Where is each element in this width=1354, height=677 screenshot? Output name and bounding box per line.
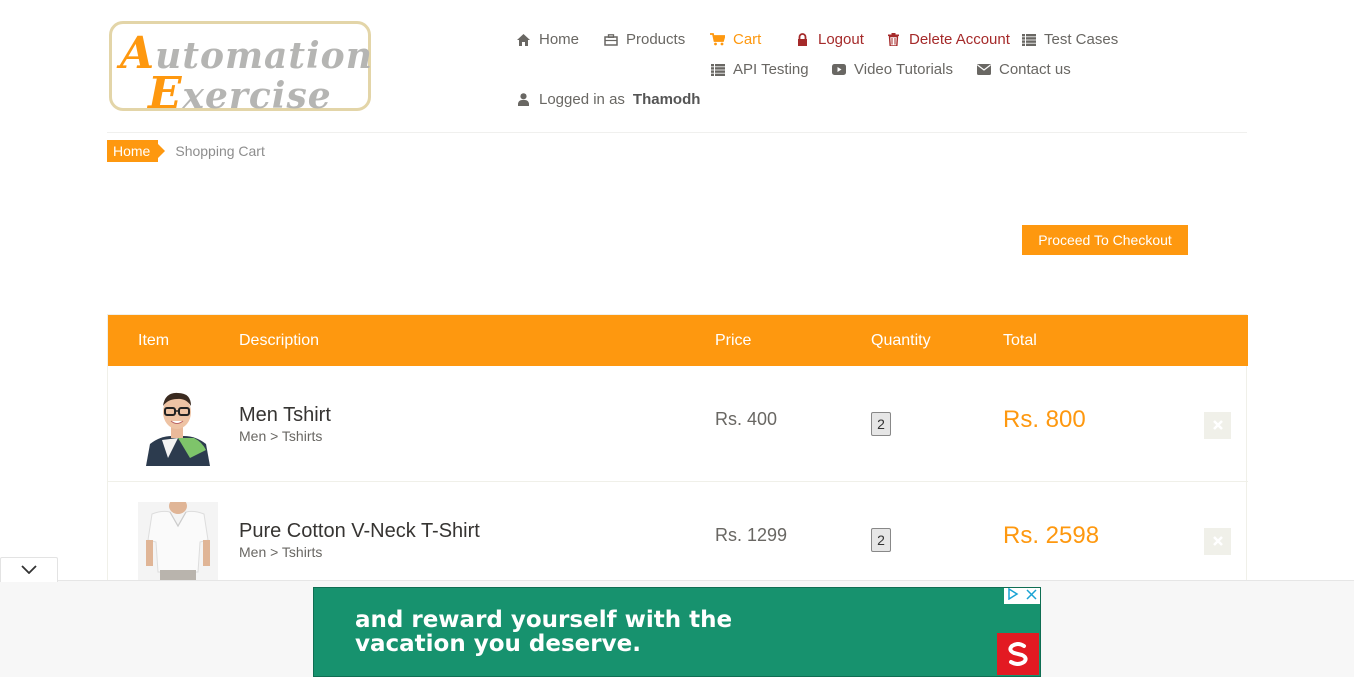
logo-rest-2: xercise bbox=[182, 75, 332, 117]
products-icon bbox=[603, 33, 618, 47]
nav-delete-account-label: Delete Account bbox=[909, 31, 1010, 48]
cart-table: Item Description Price Quantity Total Me… bbox=[107, 314, 1248, 598]
close-icon bbox=[1212, 533, 1223, 551]
header-price: Price bbox=[715, 332, 752, 349]
ad-text-line-1: and reward yourself with the bbox=[355, 607, 733, 633]
product-name[interactable]: Men Tshirt bbox=[239, 404, 331, 427]
lock-icon bbox=[795, 33, 810, 47]
cart-table-header: Item Description Price Quantity Total bbox=[108, 315, 1248, 366]
ad-banner[interactable]: and reward yourself with the vacation yo… bbox=[313, 587, 1041, 677]
logged-in-status: Logged in as Thamodh bbox=[516, 91, 700, 108]
advertiser-logo bbox=[997, 633, 1039, 675]
close-icon bbox=[1212, 417, 1223, 435]
nav-products[interactable]: Products bbox=[603, 31, 685, 48]
product-total: Rs. 2598 bbox=[1003, 522, 1100, 549]
trash-icon bbox=[886, 33, 901, 47]
header-quantity: Quantity bbox=[871, 332, 931, 349]
ad-text: and reward yourself with the vacation yo… bbox=[355, 608, 732, 656]
user-icon bbox=[516, 93, 531, 107]
delete-item-button[interactable] bbox=[1204, 528, 1231, 555]
product-name[interactable]: Pure Cotton V-Neck T-Shirt bbox=[239, 520, 480, 543]
product-total: Rs. 800 bbox=[1003, 406, 1086, 433]
logo-line-2: Exercise bbox=[148, 68, 332, 119]
nav-cart-label: Cart bbox=[733, 31, 762, 48]
home-icon bbox=[516, 33, 531, 47]
nav-home-label: Home bbox=[539, 31, 580, 48]
nav-video-tutorials-label: Video Tutorials bbox=[854, 61, 953, 78]
nav-api-testing[interactable]: API Testing bbox=[710, 61, 809, 78]
site-header: Automation Exercise Home Products Cart L… bbox=[107, 0, 1247, 133]
list-icon bbox=[710, 63, 725, 77]
nav-test-cases[interactable]: Test Cases bbox=[1021, 31, 1118, 48]
nav-products-label: Products bbox=[626, 31, 686, 48]
nav-api-testing-label: API Testing bbox=[733, 61, 809, 78]
logo-cap-e: E bbox=[148, 68, 183, 119]
proceed-to-checkout-button[interactable]: Proceed To Checkout bbox=[1022, 225, 1188, 255]
delete-item-button[interactable] bbox=[1204, 412, 1231, 439]
nav-contact-us-label: Contact us bbox=[999, 61, 1071, 78]
nav-logout[interactable]: Logout bbox=[795, 31, 864, 48]
chevron-down-icon bbox=[21, 561, 37, 579]
ad-text-line-2: vacation you deserve. bbox=[355, 631, 641, 657]
main-nav: Home Products Cart Logout Delete Account… bbox=[516, 0, 1136, 130]
breadcrumb-current: Shopping Cart bbox=[175, 143, 265, 159]
list-icon bbox=[1021, 33, 1036, 47]
site-logo[interactable]: Automation Exercise bbox=[109, 21, 372, 119]
youtube-icon bbox=[831, 63, 846, 77]
nav-home[interactable]: Home bbox=[516, 31, 579, 48]
product-price: Rs. 400 bbox=[715, 409, 778, 429]
ad-choices[interactable] bbox=[1004, 587, 1040, 605]
nav-video-tutorials[interactable]: Video Tutorials bbox=[831, 61, 953, 78]
product-image[interactable] bbox=[138, 386, 218, 466]
adchoices-icon bbox=[1007, 587, 1019, 605]
product-price: Rs. 1299 bbox=[715, 525, 788, 545]
product-quantity[interactable]: 2 bbox=[871, 528, 891, 552]
product-quantity[interactable]: 2 bbox=[871, 412, 891, 436]
nav-logout-label: Logout bbox=[818, 31, 864, 48]
header-total: Total bbox=[1003, 332, 1037, 349]
envelope-icon bbox=[976, 63, 991, 77]
table-row: Men Tshirt Men > Tshirts Rs. 400 2 Rs. 8… bbox=[108, 366, 1248, 482]
nav-delete-account[interactable]: Delete Account bbox=[886, 31, 1010, 48]
nav-cart[interactable]: Cart bbox=[710, 31, 761, 48]
shopping-cart-icon bbox=[710, 33, 725, 47]
nav-contact-us[interactable]: Contact us bbox=[976, 61, 1071, 78]
breadcrumb: Home Shopping Cart bbox=[107, 140, 265, 162]
header-item: Item bbox=[138, 332, 170, 349]
logged-in-username: Thamodh bbox=[632, 91, 701, 108]
header-description: Description bbox=[239, 332, 320, 349]
product-image[interactable] bbox=[138, 502, 218, 582]
nav-test-cases-label: Test Cases bbox=[1044, 31, 1119, 48]
product-category: Men > Tshirts bbox=[239, 544, 323, 560]
close-icon[interactable] bbox=[1026, 587, 1037, 605]
logged-in-prefix: Logged in as bbox=[539, 91, 625, 108]
product-category: Men > Tshirts bbox=[239, 428, 323, 444]
ad-collapse-toggle[interactable] bbox=[0, 557, 58, 582]
breadcrumb-home[interactable]: Home bbox=[107, 140, 166, 162]
